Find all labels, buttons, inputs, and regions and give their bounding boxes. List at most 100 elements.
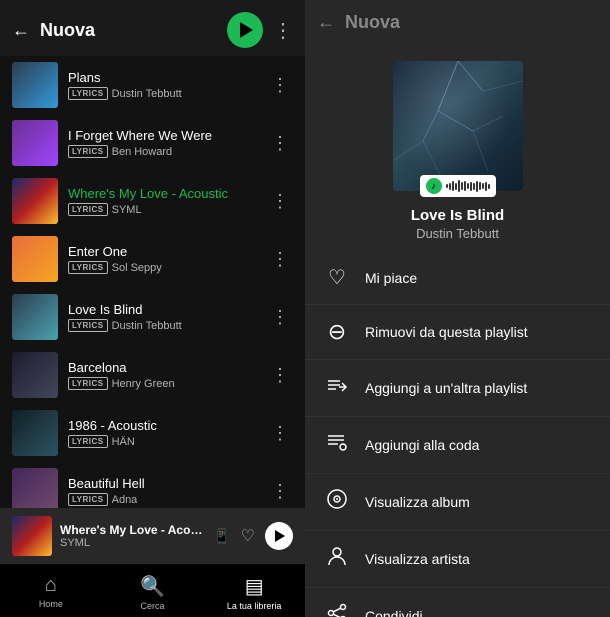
track-item[interactable]: Plans LYRICS Dustin Tebbutt ⋮ <box>0 56 305 114</box>
nav-home-label: Home <box>39 599 63 609</box>
lyrics-badge: LYRICS <box>68 203 108 216</box>
like-button[interactable]: ♡ <box>241 526 255 546</box>
track-item[interactable]: Enter One LYRICS Sol Seppy ⋮ <box>0 230 305 288</box>
menu-item-remove[interactable]: ⊖ Rimuovi da questa playlist <box>305 305 610 360</box>
menu-item-add-queue[interactable]: Aggiungi alla coda <box>305 417 610 474</box>
device-icon[interactable]: 📱 <box>213 528 230 545</box>
album-art-inner <box>393 61 523 191</box>
now-playing-info: Where's My Love - Acoustic SYML <box>60 523 205 549</box>
track-info: Where's My Love - Acoustic LYRICS SYML <box>68 186 257 216</box>
left-panel: ← Nuova ⋮ Plans LYRICS Dustin Tebbutt ⋮ … <box>0 0 305 617</box>
menu-item-add-playlist[interactable]: Aggiungi a un'altra playlist <box>305 360 610 417</box>
track-info: Love Is Blind LYRICS Dustin Tebbutt <box>68 302 257 332</box>
track-item[interactable]: Where's My Love - Acoustic LYRICS SYML ⋮ <box>0 172 305 230</box>
track-item[interactable]: Beautiful Hell LYRICS Adna ⋮ <box>0 462 305 508</box>
track-item[interactable]: Love Is Blind LYRICS Dustin Tebbutt ⋮ <box>0 288 305 346</box>
now-playing-controls: 📱 ♡ <box>213 522 293 550</box>
track-thumbnail <box>12 410 58 456</box>
lyrics-badge: LYRICS <box>68 319 108 332</box>
track-item[interactable]: 1986 - Acoustic LYRICS HÂN ⋮ <box>0 404 305 462</box>
track-meta: LYRICS Dustin Tebbutt <box>68 87 257 100</box>
track-info: Plans LYRICS Dustin Tebbutt <box>68 70 257 100</box>
track-more-button[interactable]: ⋮ <box>267 247 293 272</box>
song-title: Love Is Blind <box>411 207 504 224</box>
track-thumbnail <box>12 236 58 282</box>
track-artist: Ben Howard <box>112 146 173 158</box>
home-icon: ⌂ <box>45 574 57 597</box>
track-more-button[interactable]: ⋮ <box>267 421 293 446</box>
back-icon[interactable]: ← <box>12 20 30 41</box>
menu-item-share[interactable]: Condividi <box>305 588 610 617</box>
right-back-icon[interactable]: ← <box>317 12 335 33</box>
track-thumbnail <box>12 294 58 340</box>
track-artist: Dustin Tebbutt <box>112 320 182 332</box>
track-more-button[interactable]: ⋮ <box>267 363 293 388</box>
track-artist: HÂN <box>112 436 135 448</box>
track-name: Barcelona <box>68 360 257 375</box>
crack-svg <box>393 61 523 191</box>
track-name: I Forget Where We Were <box>68 128 257 143</box>
track-artist: Sol Seppy <box>112 262 162 274</box>
track-thumbnail <box>12 120 58 166</box>
nav-library-label: La tua libreria <box>227 601 282 611</box>
album-art-container: ♪ <box>393 61 523 191</box>
right-panel: ← Nuova <box>305 0 610 617</box>
like-label: Mi piace <box>365 270 417 286</box>
menu-item-view-album[interactable]: Visualizza album <box>305 474 610 531</box>
track-meta: LYRICS Sol Seppy <box>68 261 257 274</box>
album-icon <box>325 488 349 516</box>
waveform <box>446 180 490 192</box>
right-playlist-title: Nuova <box>345 12 598 33</box>
heart-outline-icon: ♡ <box>325 265 349 290</box>
artist-icon <box>325 545 349 573</box>
track-list: Plans LYRICS Dustin Tebbutt ⋮ I Forget W… <box>0 56 305 508</box>
track-more-button[interactable]: ⋮ <box>267 189 293 214</box>
track-info: Barcelona LYRICS Henry Green <box>68 360 257 390</box>
add-playlist-label: Aggiungi a un'altra playlist <box>365 380 527 396</box>
album-art <box>393 61 523 191</box>
share-label: Condividi <box>365 608 423 617</box>
nav-item-home[interactable]: ⌂ Home <box>0 570 102 615</box>
track-info: 1986 - Acoustic LYRICS HÂN <box>68 418 257 448</box>
song-detail: ♪ <box>305 41 610 251</box>
track-info: I Forget Where We Were LYRICS Ben Howard <box>68 128 257 158</box>
context-menu: ♡ Mi piace ⊖ Rimuovi da questa playlist … <box>305 251 610 617</box>
track-name: Where's My Love - Acoustic <box>68 186 257 201</box>
nav-item-search[interactable]: 🔍 Cerca <box>102 570 204 615</box>
spotify-logo: ♪ <box>426 178 442 194</box>
nav-search-label: Cerca <box>141 601 165 611</box>
track-info: Beautiful Hell LYRICS Adna <box>68 476 257 506</box>
now-playing-title: Where's My Love - Acoustic <box>60 523 205 537</box>
track-meta: LYRICS SYML <box>68 203 257 216</box>
track-more-button[interactable]: ⋮ <box>267 479 293 504</box>
track-meta: LYRICS HÂN <box>68 435 257 448</box>
lyrics-badge: LYRICS <box>68 377 108 390</box>
track-item[interactable]: I Forget Where We Were LYRICS Ben Howard… <box>0 114 305 172</box>
song-artist: Dustin Tebbutt <box>416 226 499 241</box>
more-options-button[interactable]: ⋮ <box>273 18 293 43</box>
play-pause-button[interactable] <box>265 522 293 550</box>
track-more-button[interactable]: ⋮ <box>267 131 293 156</box>
track-thumbnail <box>12 178 58 224</box>
track-meta: LYRICS Henry Green <box>68 377 257 390</box>
lyrics-badge: LYRICS <box>68 145 108 158</box>
search-icon: 🔍 <box>140 574 165 599</box>
track-more-button[interactable]: ⋮ <box>267 305 293 330</box>
now-playing-artist: SYML <box>60 537 205 549</box>
track-info: Enter One LYRICS Sol Seppy <box>68 244 257 274</box>
view-artist-label: Visualizza artista <box>365 551 470 567</box>
track-name: Enter One <box>68 244 257 259</box>
track-item[interactable]: Barcelona LYRICS Henry Green ⋮ <box>0 346 305 404</box>
track-thumbnail <box>12 352 58 398</box>
add-playlist-icon <box>325 374 349 402</box>
now-playing-bar: Where's My Love - Acoustic SYML 📱 ♡ <box>0 508 305 564</box>
menu-item-like[interactable]: ♡ Mi piace <box>305 251 610 305</box>
bottom-nav: ⌂ Home 🔍 Cerca ▤ La tua libreria <box>0 564 305 617</box>
share-icon <box>325 602 349 617</box>
track-more-button[interactable]: ⋮ <box>267 73 293 98</box>
play-button[interactable] <box>227 12 263 48</box>
menu-item-view-artist[interactable]: Visualizza artista <box>305 531 610 588</box>
track-name: 1986 - Acoustic <box>68 418 257 433</box>
track-thumbnail <box>12 468 58 508</box>
nav-item-library[interactable]: ▤ La tua libreria <box>203 570 305 615</box>
